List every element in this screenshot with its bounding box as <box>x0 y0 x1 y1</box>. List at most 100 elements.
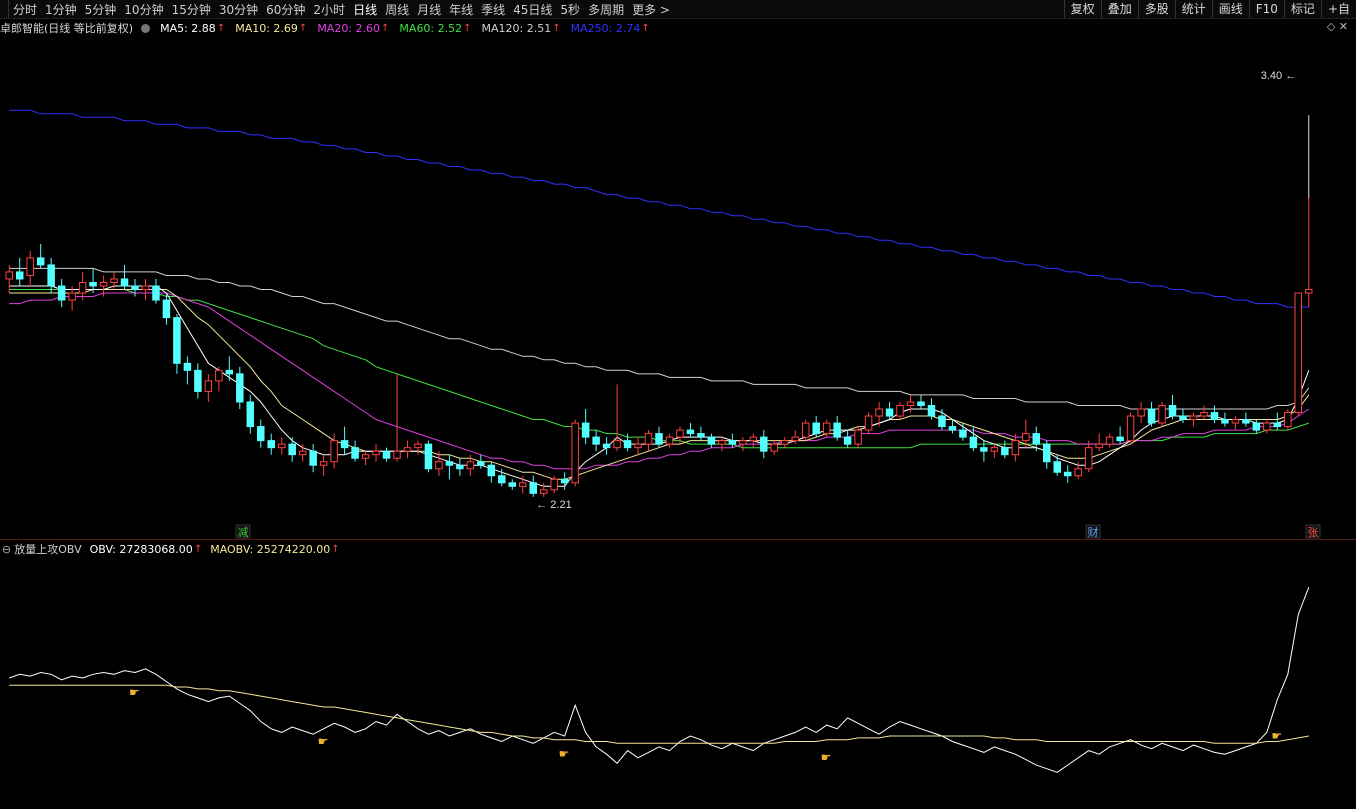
candle-body <box>309 450 317 466</box>
candle-body <box>718 440 726 445</box>
high-price-label: 3.40 ← <box>1261 70 1296 82</box>
candle-body <box>487 464 496 477</box>
candle-body <box>613 440 621 449</box>
candle-body <box>319 461 328 466</box>
candle-body <box>812 422 820 435</box>
candle-body <box>1263 422 1271 431</box>
candle-body <box>749 436 758 442</box>
candle-body <box>519 482 527 487</box>
candle-body <box>676 429 684 438</box>
ma120-line <box>9 267 1310 410</box>
candle-body <box>99 281 108 287</box>
candle-body <box>424 443 433 470</box>
candle-body <box>466 461 475 470</box>
candle-body <box>288 443 296 456</box>
candle-body <box>277 443 286 449</box>
candle-body <box>686 429 695 435</box>
candle-body <box>1231 419 1240 424</box>
candle-body <box>351 447 359 459</box>
candle-body <box>885 408 894 417</box>
candle-body <box>822 422 831 435</box>
candle-body <box>1284 412 1292 428</box>
candle-body <box>236 373 244 403</box>
candle-body <box>498 475 506 484</box>
candle-body <box>864 415 873 431</box>
candle-body <box>1011 440 1020 456</box>
event-tag: 财 <box>1088 525 1099 539</box>
candle-body <box>1095 443 1103 449</box>
candle-body <box>382 450 391 459</box>
candle-body <box>550 478 558 491</box>
candle-body <box>781 440 789 445</box>
candle-body <box>1137 408 1145 417</box>
candle-body <box>1053 461 1061 473</box>
candle-body <box>739 440 747 445</box>
candle-body <box>330 440 338 463</box>
candle-body <box>592 436 600 445</box>
candle-body <box>843 436 852 445</box>
pointing-hand-icon: ☛ <box>1271 729 1282 743</box>
pointing-hand-icon: ☛ <box>318 734 329 748</box>
candle-body <box>980 447 988 452</box>
candle-body <box>477 461 485 466</box>
ma10-line <box>9 289 1310 480</box>
candle-body <box>152 285 160 301</box>
candle-body <box>1168 404 1177 417</box>
candle-body <box>1147 408 1156 424</box>
candle-body <box>1221 419 1229 424</box>
candle-body <box>1252 422 1261 431</box>
candle-body <box>372 450 380 456</box>
candle-body <box>938 415 946 428</box>
candle-body <box>959 429 967 438</box>
candle-body <box>1084 447 1093 470</box>
candle-body <box>298 450 307 456</box>
candle-body <box>875 408 883 417</box>
pointing-hand-icon: ☛ <box>821 751 832 765</box>
candle-body <box>539 489 548 494</box>
candle-body <box>927 404 936 417</box>
candle-body <box>791 436 799 442</box>
candle-body <box>36 257 45 266</box>
candle-body <box>560 478 569 484</box>
candle-body <box>896 404 904 417</box>
candle-body <box>917 401 925 406</box>
candle-body <box>770 443 779 452</box>
candle-body <box>1001 447 1009 456</box>
ma5-line <box>9 285 1310 487</box>
obv-line <box>9 587 1310 773</box>
candle-body <box>267 440 275 449</box>
candle-body <box>445 461 454 466</box>
candle-body <box>414 443 422 449</box>
kline-chart[interactable]: 3.40 ← ← 2.21 减 财 张 ☛ ☛ ☛ ☛ ☛ <box>0 0 1356 809</box>
candle-body <box>15 271 24 280</box>
candle-body <box>194 369 202 392</box>
candle-body <box>801 422 810 438</box>
candle-body <box>1210 412 1219 421</box>
candle-body <box>634 443 642 449</box>
candle-body <box>68 292 76 301</box>
maobv-line <box>9 684 1309 744</box>
candle-body <box>1022 433 1030 442</box>
candle-body <box>854 429 862 445</box>
candle-body <box>697 433 705 438</box>
ma250-line <box>9 109 1309 308</box>
event-tag: 减 <box>238 526 249 539</box>
low-price-label: ← 2.21 <box>536 499 571 511</box>
candle-body <box>78 281 87 294</box>
candle-body <box>246 401 255 428</box>
candle-body <box>110 278 118 283</box>
candle-body <box>655 433 663 445</box>
candle-body <box>1200 412 1208 417</box>
candle-body <box>948 426 957 431</box>
candle-body <box>1116 436 1124 442</box>
candle-body <box>707 436 716 445</box>
candle-body <box>183 362 192 371</box>
candle-body <box>173 317 181 364</box>
candle-body <box>1063 471 1072 477</box>
candle-body <box>665 436 674 445</box>
candle-body <box>581 422 590 438</box>
candle-body <box>571 422 579 484</box>
candle-body <box>393 450 401 459</box>
candle-body <box>602 443 611 449</box>
candle-body <box>1273 422 1282 428</box>
